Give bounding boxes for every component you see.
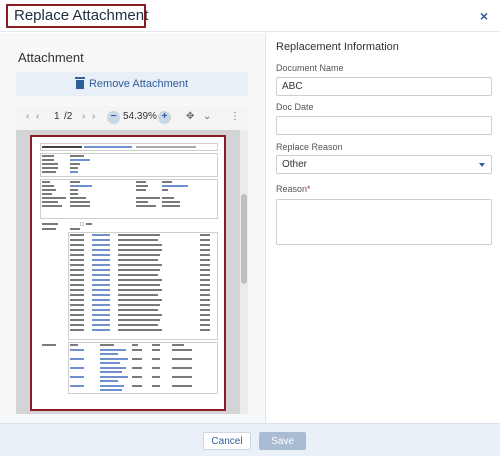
page-total: /2 bbox=[64, 111, 73, 122]
zoom-out-icon[interactable]: − bbox=[107, 111, 120, 124]
dialog-title: Replace Attachment bbox=[14, 7, 149, 24]
replace-reason-value: Other bbox=[282, 159, 308, 170]
viewer-scrollbar[interactable] bbox=[240, 130, 248, 414]
replacement-panel: Replacement Information Document Name AB… bbox=[267, 33, 500, 423]
doc-date-label: Doc Date bbox=[276, 102, 314, 112]
document-viewer: ‹ ‹ 1 /2 › › − 54.39% + ✥ ⌄ ⋮ bbox=[16, 106, 248, 414]
fit-icon[interactable]: ✥ bbox=[186, 111, 194, 122]
page-area bbox=[16, 130, 240, 414]
required-mark: * bbox=[307, 184, 311, 194]
trash-icon bbox=[74, 77, 85, 89]
chevron-down-icon bbox=[479, 163, 485, 167]
page-current[interactable]: 1 bbox=[54, 111, 60, 122]
more-icon[interactable]: ⋮ bbox=[230, 111, 240, 122]
scrollbar-thumb[interactable] bbox=[241, 194, 247, 284]
attachment-panel: Attachment Remove Attachment ‹ ‹ 1 /2 › … bbox=[0, 33, 266, 423]
replace-reason-label: Replace Reason bbox=[276, 142, 343, 152]
chevron-down-icon[interactable]: ⌄ bbox=[203, 111, 211, 122]
remove-attachment-label: Remove Attachment bbox=[88, 78, 189, 90]
close-icon[interactable]: × bbox=[480, 8, 488, 24]
replacement-title: Replacement Information bbox=[276, 41, 399, 53]
chevron-right-icon[interactable]: › bbox=[82, 111, 85, 122]
chevron-left-icon[interactable]: ‹ bbox=[26, 111, 29, 122]
save-button[interactable]: Save bbox=[259, 432, 306, 450]
zoom-in-icon[interactable]: + bbox=[158, 111, 171, 124]
remove-attachment-button[interactable]: Remove Attachment bbox=[16, 72, 248, 96]
reason-label-text: Reason bbox=[276, 184, 308, 194]
attachment-heading: Attachment bbox=[18, 50, 84, 65]
dialog-header: Replace Attachment × bbox=[0, 0, 500, 32]
document-page-image bbox=[40, 143, 218, 405]
viewer-toolbar: ‹ ‹ 1 /2 › › − 54.39% + ✥ ⌄ ⋮ bbox=[16, 106, 248, 130]
zoom-level[interactable]: 54.39% bbox=[123, 111, 157, 122]
replace-reason-select[interactable]: Other bbox=[276, 155, 492, 174]
reason-label: Reason* bbox=[276, 184, 311, 194]
cancel-button[interactable]: Cancel bbox=[203, 432, 251, 450]
chevron-left-icon[interactable]: ‹ bbox=[36, 111, 39, 122]
document-name-input[interactable]: ABC bbox=[276, 77, 492, 96]
page-preview bbox=[30, 135, 226, 411]
reason-textarea[interactable] bbox=[276, 199, 492, 245]
document-name-label: Document Name bbox=[276, 63, 344, 73]
dialog-footer: Cancel Save bbox=[0, 423, 500, 456]
doc-date-input[interactable] bbox=[276, 116, 492, 135]
chevron-right-icon[interactable]: › bbox=[92, 111, 95, 122]
